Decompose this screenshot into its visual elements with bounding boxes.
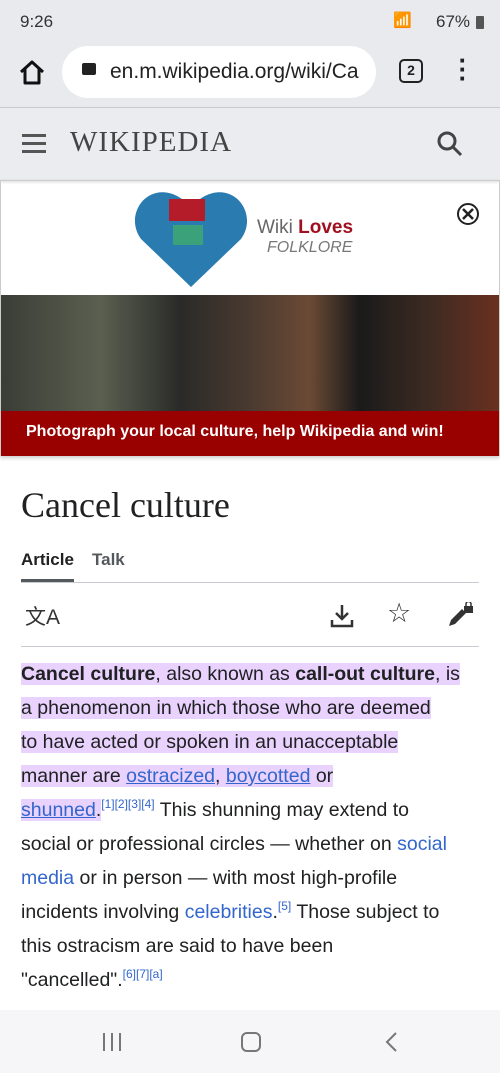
text: or in person — with most high-profile	[74, 867, 398, 889]
wikipedia-header: WIKIPEDIA	[0, 108, 500, 180]
banner-photo	[1, 295, 499, 411]
status-bar: 9:26 📶 67%	[0, 0, 500, 42]
menu-dots-icon[interactable]: · · ·	[455, 47, 471, 91]
banner-cta[interactable]: Photograph your local culture, help Wiki…	[1, 411, 499, 456]
link-boycotted[interactable]: boycotted	[226, 765, 311, 787]
close-icon[interactable]	[456, 202, 480, 226]
text: Those subject to	[291, 901, 440, 923]
wiki-loves-logo-text: Wiki Loves	[257, 217, 354, 238]
puzzle-heart-logo	[134, 192, 248, 287]
browser-toolbar: en.m.wikipedia.org/wiki/Ca 2 · · ·	[0, 42, 500, 108]
text: to have acted or spoken in an unacceptab…	[21, 731, 399, 753]
citation-link[interactable]: [5]	[278, 899, 291, 913]
tab-talk[interactable]: Talk	[92, 550, 125, 570]
divider	[21, 646, 479, 647]
link-social-media[interactable]: social	[397, 833, 447, 855]
link-ostracized[interactable]: ostracized	[126, 765, 215, 787]
clock: 9:26	[20, 12, 54, 31]
text: this ostracism are said to have been	[21, 935, 334, 957]
battery-icon	[476, 16, 484, 29]
battery-level: 67%	[436, 12, 471, 31]
hamburger-menu-icon[interactable]	[22, 133, 48, 153]
divider	[21, 582, 479, 583]
recent-apps-icon[interactable]	[101, 1032, 123, 1052]
tab-article[interactable]: Article	[21, 550, 74, 570]
language-icon[interactable]: 文A	[25, 601, 60, 631]
page-title: Cancel culture	[21, 485, 230, 525]
text: ,	[215, 765, 226, 787]
text: manner are	[21, 765, 127, 787]
edit-locked-icon[interactable]	[446, 602, 474, 628]
folklore-logo-text: FOLKLORE	[267, 239, 353, 256]
url-text: en.m.wikipedia.org/wiki/Ca	[110, 60, 359, 83]
star-watch-icon[interactable]: ☆	[387, 598, 411, 629]
text: or	[310, 765, 334, 787]
home-nav-icon[interactable]	[241, 1032, 261, 1052]
tab-switcher-button[interactable]: 2	[399, 59, 423, 83]
text: This shunning may extend to	[154, 799, 410, 821]
text: social or professional circles — whether…	[21, 833, 398, 855]
back-icon[interactable]	[383, 1031, 399, 1053]
campaign-banner[interactable]: Wiki Loves FOLKLORE Photograph your loca…	[0, 180, 500, 456]
text: , also known as	[155, 663, 296, 685]
wifi-signal-icon: 📶	[393, 12, 412, 29]
citation-links[interactable]: [1][2][3][4]	[101, 797, 154, 811]
citation-links[interactable]: [6][7][a]	[123, 967, 163, 981]
text: "cancelled".	[21, 969, 123, 991]
link-celebrities[interactable]: celebrities	[185, 901, 273, 923]
lock-icon	[82, 63, 96, 75]
bold-term: call-out culture	[295, 663, 435, 685]
download-icon[interactable]	[329, 603, 355, 629]
link-shunned[interactable]: shunned	[21, 799, 96, 821]
search-icon[interactable]	[436, 130, 464, 158]
text: incidents involving	[21, 901, 185, 923]
bold-term: Cancel culture	[21, 663, 156, 685]
address-bar[interactable]: en.m.wikipedia.org/wiki/Ca	[62, 46, 376, 98]
home-icon[interactable]	[18, 58, 46, 86]
wikipedia-logo[interactable]: WIKIPEDIA	[70, 126, 232, 159]
link-social-media[interactable]: media	[21, 867, 74, 889]
text: , is	[435, 663, 460, 685]
text: a phenomenon in which those who are deem…	[21, 697, 431, 719]
android-nav-bar	[0, 1010, 500, 1073]
